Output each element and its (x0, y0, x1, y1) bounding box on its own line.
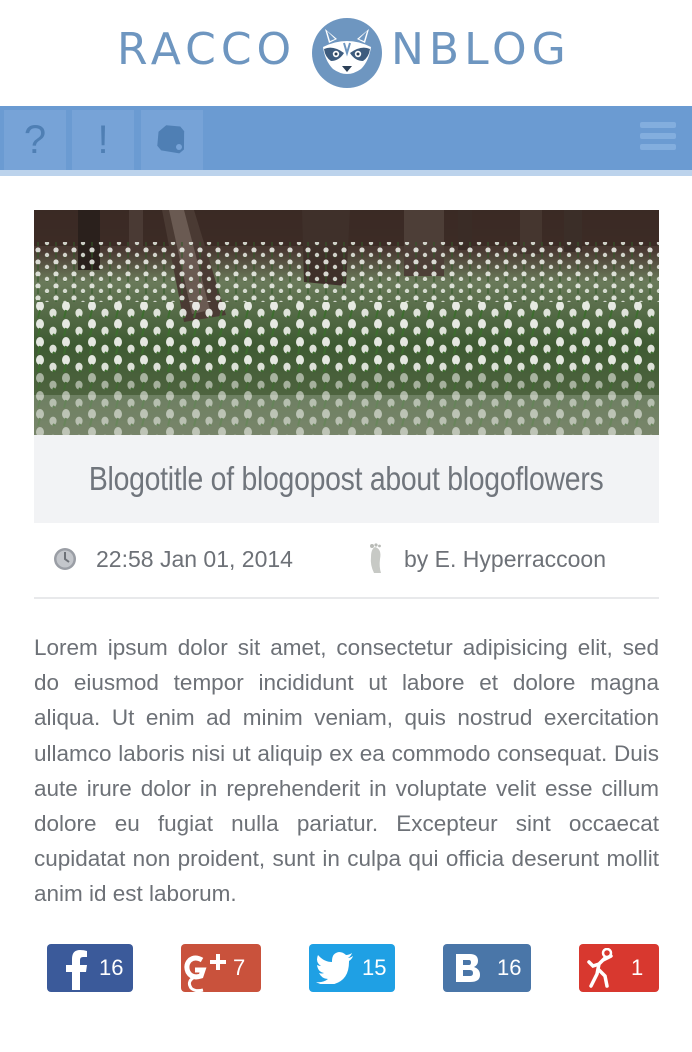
twitter-count: 15 (362, 955, 387, 980)
raccoon-face-icon[interactable] (311, 17, 383, 89)
nav-underline (0, 170, 692, 176)
facebook-icon (66, 950, 87, 990)
facebook-share-button[interactable]: 16 (47, 944, 133, 992)
post-meta: 22:58 Jan 01, 2014 by E. Hyperraccoon (34, 535, 659, 585)
moimir-icon (587, 948, 613, 988)
moimir-count: 1 (631, 955, 644, 980)
moimir-share-button[interactable]: 1 (579, 944, 659, 992)
help-button[interactable]: ? (4, 110, 66, 170)
twitter-icon (316, 952, 353, 984)
hamburger-icon[interactable] (640, 122, 676, 154)
post-hero-image (34, 210, 659, 435)
footprint-icon (370, 543, 381, 573)
googleplus-icon (184, 954, 226, 992)
nav-bar: ? ! (0, 106, 692, 170)
post-title[interactable]: Blogotitle of blogopost about blogoflowe… (89, 460, 604, 498)
twitter-share-button[interactable]: 15 (309, 944, 395, 992)
post-author-link[interactable]: by E. Hyperraccoon (404, 546, 606, 573)
logo-text-right[interactable]: NBLOG (391, 24, 571, 76)
clock-icon (54, 548, 76, 570)
post-datetime: 22:58 Jan 01, 2014 (96, 546, 293, 572)
facebook-count: 16 (99, 955, 124, 980)
site-header: RACCO NBLOG (0, 0, 692, 106)
tags-button[interactable] (141, 110, 203, 170)
googleplus-share-button[interactable]: 7 (181, 944, 261, 992)
question-icon: ? (23, 117, 47, 162)
alerts-button[interactable]: ! (72, 110, 134, 170)
divider (34, 597, 659, 599)
vk-share-button[interactable]: 16 (443, 944, 531, 992)
exclamation-icon: ! (97, 117, 109, 162)
vk-icon (456, 954, 480, 982)
post-title-band: Blogotitle of blogopost about blogoflowe… (34, 435, 659, 523)
snowdrop-forest-image (34, 210, 659, 435)
googleplus-count: 7 (233, 955, 246, 980)
vk-count: 16 (497, 955, 522, 980)
post-body: Lorem ipsum dolor sit amet, consectetur … (34, 635, 659, 907)
logo-text-left[interactable]: RACCO (117, 24, 296, 76)
tag-icon (157, 125, 185, 154)
